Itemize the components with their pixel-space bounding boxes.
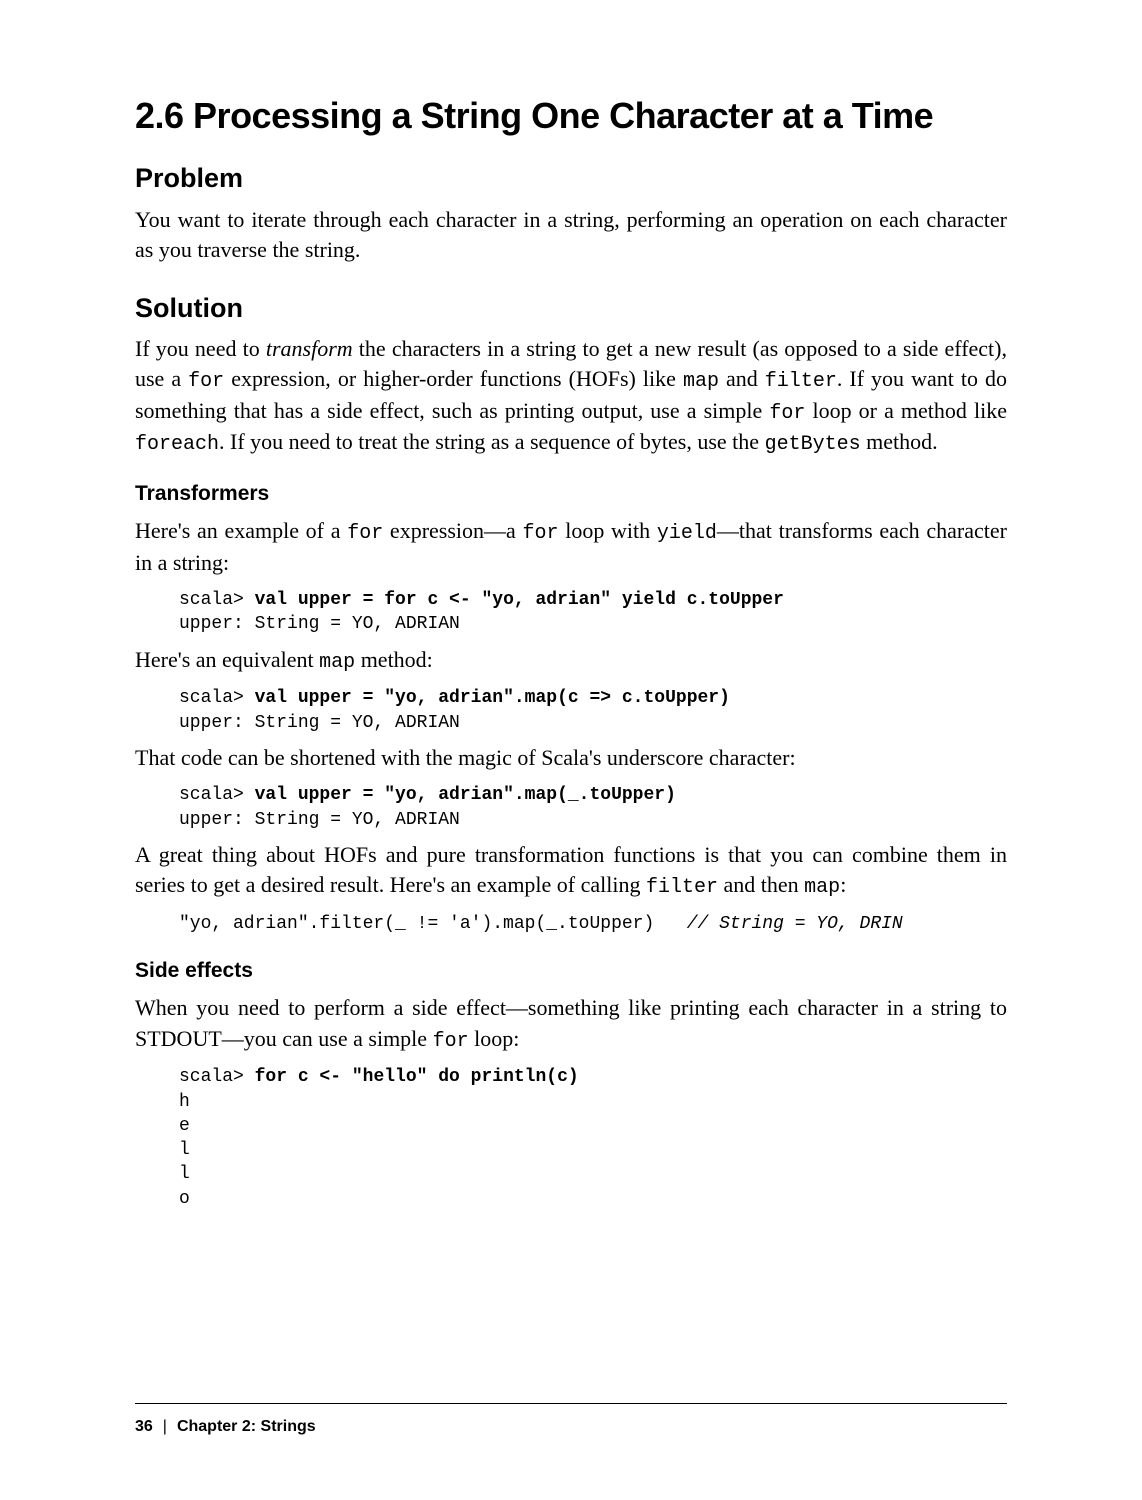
text: When you need to perform a side effect—s… (135, 995, 1007, 1050)
code-prompt: scala> (179, 785, 255, 805)
page-footer: 36 | Chapter 2: Strings (135, 1403, 1007, 1436)
inline-code: map (804, 876, 840, 899)
transformers-p2: Here's an equivalent map method: (135, 645, 1007, 677)
text: loop: (469, 1026, 520, 1051)
text: method. (861, 429, 938, 454)
text: . If you need to treat the string as a s… (219, 429, 765, 454)
text: Here's an equivalent (135, 647, 319, 672)
transformers-p3: That code can be shortened with the magi… (135, 743, 1007, 773)
sideeffects-heading: Side effects (135, 958, 1007, 983)
code-output: h e l l o (179, 1092, 190, 1209)
text: expression—a (383, 518, 522, 543)
code-input: val upper = for c <- "yo, adrian" yield … (255, 590, 784, 610)
code-comment: // String = YO, DRIN (687, 914, 903, 934)
inline-code: for (523, 522, 559, 545)
transformers-p4: A great thing about HOFs and pure transf… (135, 840, 1007, 902)
code-block-5: scala> for c <- "hello" do println(c) h … (179, 1065, 1007, 1211)
chapter-label: Chapter 2: Strings (177, 1418, 316, 1435)
code-input: val upper = "yo, adrian".map(c => c.toUp… (255, 688, 730, 708)
problem-paragraph: You want to iterate through each charact… (135, 205, 1007, 266)
code-prompt: scala> (179, 590, 255, 610)
text: A great thing about HOFs and pure transf… (135, 842, 1007, 897)
text: loop with (559, 518, 657, 543)
code-input: val upper = "yo, adrian".map(_.toUpper) (255, 785, 676, 805)
inline-code: for (769, 402, 805, 425)
problem-heading: Problem (135, 162, 1007, 194)
inline-code: foreach (135, 433, 219, 456)
text: loop or a method like (805, 398, 1007, 423)
code-block-1: scala> val upper = for c <- "yo, adrian"… (179, 588, 1007, 637)
inline-code: filter (646, 876, 718, 899)
code-expr: "yo, adrian".filter(_ != 'a').map(_.toUp… (179, 914, 687, 934)
text: : (840, 872, 846, 897)
text: method: (355, 647, 433, 672)
text: Here's an example of a (135, 518, 347, 543)
code-block-3: scala> val upper = "yo, adrian".map(_.to… (179, 783, 1007, 832)
code-output: upper: String = YO, ADRIAN (179, 614, 460, 634)
code-block-4: "yo, adrian".filter(_ != 'a').map(_.toUp… (179, 912, 1007, 936)
text: and (719, 366, 765, 391)
inline-code: for (347, 522, 383, 545)
inline-code: ter (801, 370, 837, 393)
sideeffects-p1: When you need to perform a side effect—s… (135, 993, 1007, 1055)
code-input: for c <- "hello" do println(c) (255, 1067, 579, 1087)
text: expression, or higher-order functions (H… (224, 366, 683, 391)
text-emphasis: transform (266, 336, 353, 361)
transformers-p1: Here's an example of a for expression—a … (135, 516, 1007, 578)
footer-separator: | (163, 1418, 167, 1435)
code-output: upper: String = YO, ADRIAN (179, 810, 460, 830)
inline-code: for (433, 1030, 469, 1053)
page-number: 36 (135, 1418, 153, 1435)
code-prompt: scala> (179, 688, 255, 708)
inline-code: fil (765, 370, 801, 393)
inline-code: yield (657, 522, 717, 545)
section-title: 2.6 Processing a String One Character at… (135, 95, 1007, 136)
transformers-heading: Transformers (135, 481, 1007, 506)
code-prompt: scala> (179, 1067, 255, 1087)
code-output: upper: String = YO, ADRIAN (179, 713, 460, 733)
page: 2.6 Processing a String One Character at… (0, 0, 1142, 1500)
inline-code: map (319, 651, 355, 674)
inline-code: for (188, 370, 224, 393)
solution-heading: Solution (135, 292, 1007, 324)
text: and then (718, 872, 804, 897)
text: If you need to (135, 336, 266, 361)
inline-code: map (683, 370, 719, 393)
code-block-2: scala> val upper = "yo, adrian".map(c =>… (179, 686, 1007, 735)
inline-code: getBytes (765, 433, 861, 456)
solution-paragraph: If you need to transform the characters … (135, 334, 1007, 459)
